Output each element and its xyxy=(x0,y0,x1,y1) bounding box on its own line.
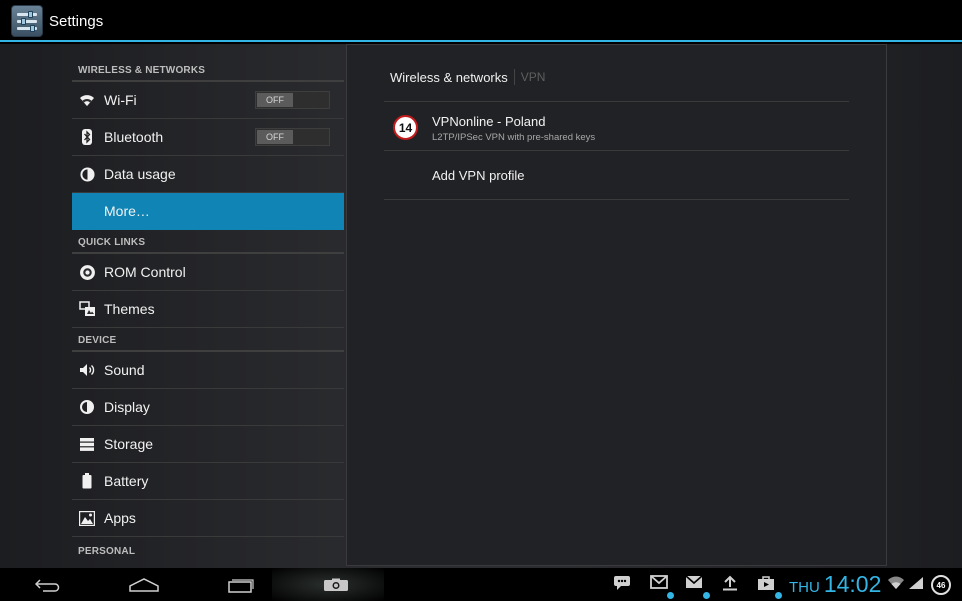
nav-item-storage[interactable]: Storage xyxy=(72,426,344,463)
divider xyxy=(384,150,849,151)
vpn-profile-row[interactable]: 14 VPNonline - Poland L2TP/IPSec VPN wit… xyxy=(384,102,849,150)
store-count-dot xyxy=(775,592,782,599)
add-vpn-profile-label: Add VPN profile xyxy=(432,168,525,183)
wifi-toggle[interactable]: OFF xyxy=(255,91,330,109)
recent-apps-button[interactable] xyxy=(226,574,256,596)
bluetooth-toggle[interactable]: OFF xyxy=(255,128,330,146)
nav-item-label: Data usage xyxy=(104,166,176,182)
add-vpn-profile-button[interactable]: Add VPN profile xyxy=(384,152,849,200)
cell-signal-icon xyxy=(908,576,928,594)
battery-icon xyxy=(78,472,96,490)
store-notification-icon[interactable] xyxy=(757,575,777,593)
battery-level-badge[interactable]: 46 xyxy=(931,575,951,595)
nav-item-label: Wi-Fi xyxy=(104,92,137,108)
wifi-toggle-state: OFF xyxy=(257,93,293,107)
nav-item-label: Battery xyxy=(104,473,149,489)
vpn-profile-description: L2TP/IPSec VPN with pre-shared keys xyxy=(432,132,596,143)
clock-day: THU xyxy=(789,579,820,596)
nav-item-display[interactable]: Display xyxy=(72,389,344,426)
recent-apps-icon xyxy=(228,579,254,593)
nav-item-label: More… xyxy=(104,203,150,219)
breadcrumb-separator xyxy=(513,69,515,85)
nav-item-sound[interactable]: Sound xyxy=(72,352,344,389)
email-notification-icon[interactable] xyxy=(685,575,705,593)
nav-item-label: Bluetooth xyxy=(104,129,164,145)
rom-control-icon xyxy=(78,263,96,281)
screenshot-button[interactable] xyxy=(322,574,350,596)
sound-icon xyxy=(78,361,96,379)
camera-icon xyxy=(324,578,348,591)
wifi-icon xyxy=(78,91,96,109)
nav-item-label: ROM Control xyxy=(104,264,186,280)
apps-icon xyxy=(78,509,96,527)
nav-item-label: Display xyxy=(104,399,150,415)
clock-time: 14:02 xyxy=(823,571,882,597)
section-header-personal: PERSONAL xyxy=(78,546,136,557)
gmail-notification-icon[interactable] xyxy=(650,575,670,593)
settings-nav: WIRELESS & NETWORKS Wi-Fi OFF Bluetooth … xyxy=(72,44,344,568)
breadcrumb-current: VPN xyxy=(520,70,546,84)
storage-icon xyxy=(78,435,96,453)
home-button[interactable] xyxy=(128,574,160,596)
settings-app-icon[interactable] xyxy=(11,5,43,37)
breadcrumb: Wireless & networks VPN xyxy=(390,69,545,85)
home-icon xyxy=(129,578,159,592)
bluetooth-icon xyxy=(78,128,96,146)
nav-item-label: Apps xyxy=(104,510,136,526)
wifi-signal-icon xyxy=(887,576,907,594)
nav-item-themes[interactable]: Themes xyxy=(72,291,344,328)
nav-item-label: Sound xyxy=(104,362,145,378)
back-button[interactable] xyxy=(34,574,62,596)
nav-item-label: Storage xyxy=(104,436,154,452)
chat-notification-icon[interactable] xyxy=(613,575,633,593)
action-bar: Settings xyxy=(0,0,962,42)
themes-icon xyxy=(78,300,96,318)
nav-item-more[interactable]: More… xyxy=(72,193,344,230)
breadcrumb-parent[interactable]: Wireless & networks xyxy=(390,70,508,85)
status-clock[interactable]: THU 14:02 xyxy=(789,571,881,598)
app-title: Settings xyxy=(49,13,104,30)
section-header-device: DEVICE xyxy=(72,328,344,352)
nav-item-rom-control[interactable]: ROM Control xyxy=(72,254,344,291)
nav-item-bluetooth[interactable]: Bluetooth OFF xyxy=(72,119,344,156)
gmail-count-dot xyxy=(667,592,674,599)
divider xyxy=(384,199,849,200)
bluetooth-toggle-state: OFF xyxy=(257,130,293,144)
back-icon xyxy=(35,579,60,592)
nav-item-wifi[interactable]: Wi-Fi OFF xyxy=(72,82,344,119)
vpn-badge-icon: 14 xyxy=(393,115,418,140)
email-count-dot xyxy=(703,592,710,599)
nav-item-battery[interactable]: Battery xyxy=(72,463,344,500)
detail-panel: Wireless & networks VPN 14 VPNonline - P… xyxy=(346,44,887,566)
system-bar: THU 14:02 46 xyxy=(0,568,962,601)
section-header-wireless: WIRELESS & NETWORKS xyxy=(72,44,344,82)
data-usage-icon xyxy=(78,165,96,183)
vpn-profile-name: VPNonline - Poland xyxy=(432,114,546,129)
nav-item-apps[interactable]: Apps xyxy=(72,500,344,537)
nav-item-data-usage[interactable]: Data usage xyxy=(72,156,344,193)
upload-notification-icon[interactable] xyxy=(722,575,742,593)
nav-item-label: Themes xyxy=(104,301,155,317)
display-icon xyxy=(78,398,96,416)
section-header-quick-links: QUICK LINKS xyxy=(72,230,344,254)
